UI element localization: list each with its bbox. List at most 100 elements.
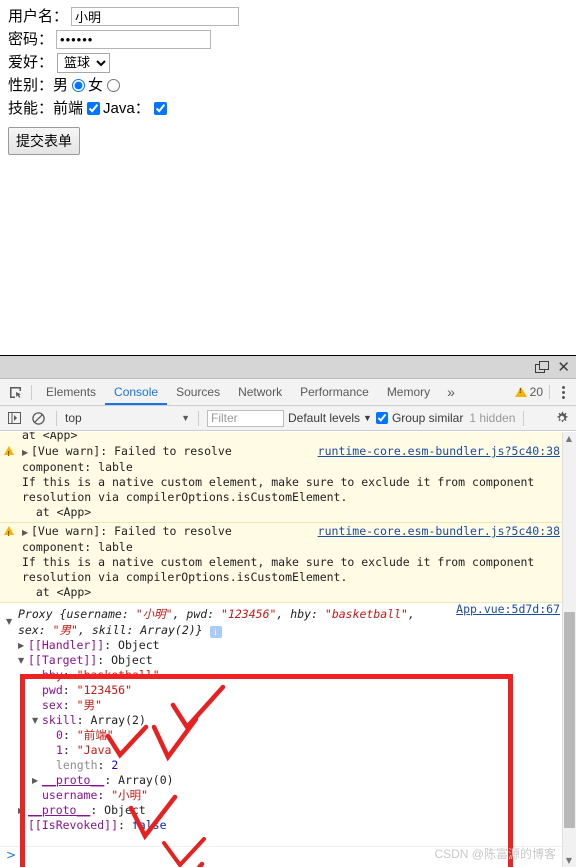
property-value: "123456" [76, 683, 133, 697]
property-separator: : [97, 653, 112, 667]
property-separator: : [90, 803, 105, 817]
browser-viewport: 用户名： 密码： 爱好： 篮球 性别： 男 女 技能： 前端 Java： [0, 0, 576, 355]
object-property-row[interactable]: sex: "男" [6, 698, 576, 713]
close-icon[interactable]: ✕ [557, 359, 570, 375]
skill-java-checkbox[interactable] [153, 102, 167, 115]
log-levels-value: Default levels [288, 411, 361, 425]
expand-arrow-icon[interactable]: ▼ [32, 713, 42, 728]
info-badge-icon[interactable]: i [209, 626, 222, 638]
expand-arrow-icon[interactable]: ▶ [22, 445, 31, 460]
warning-source-link[interactable]: runtime-core.esm-bundler.js?5c40:38 [318, 524, 560, 539]
skill-label: 技能： [8, 100, 54, 117]
expand-arrow-icon[interactable]: ▼ [6, 614, 16, 630]
object-property-row[interactable]: hby: "basketball" [6, 668, 576, 683]
expand-arrow-icon[interactable]: ▶ [18, 638, 28, 653]
property-separator: : [62, 728, 77, 742]
filterbar-divider-3 [523, 410, 525, 426]
proxy-suffix: , skill: Array(2)} [77, 623, 203, 637]
inspect-element-icon[interactable] [4, 382, 26, 402]
cut-line-text: at <App> [22, 432, 78, 442]
tab-performance[interactable]: Performance [291, 380, 378, 405]
object-property-row[interactable]: length: 2 [6, 758, 576, 773]
tab-elements[interactable]: Elements [37, 380, 105, 405]
gender-male-radio[interactable] [72, 79, 86, 92]
object-property-row[interactable]: pwd: "123456" [6, 683, 576, 698]
property-value: "basketball" [76, 668, 160, 682]
property-separator: : [62, 668, 77, 682]
devtools-panel: ✕ Elements Console Sources Network Perfo… [0, 355, 576, 867]
object-property-row[interactable]: 1: "Java" [6, 743, 576, 758]
object-property-row[interactable]: ▶ [[Handler]]: Object [6, 638, 576, 653]
log-levels-select[interactable]: Default levels ▼ [288, 411, 372, 425]
skill-java-label: Java： [103, 100, 150, 117]
object-property-row[interactable]: ▶ __proto__: Object [6, 803, 576, 818]
dock-side-icon[interactable] [535, 360, 550, 374]
skill-frontend-checkbox[interactable] [87, 102, 101, 115]
proxy-sex-value: "男" [52, 623, 78, 637]
console-object-message[interactable]: App.vue:5d7d:67 ▼ Proxy {username: "小明", … [0, 602, 576, 835]
tab-sources[interactable]: Sources [167, 380, 229, 405]
group-similar-toggle[interactable]: Group similar [375, 411, 463, 425]
proxy-prefix: Proxy {username: [18, 607, 136, 621]
console-settings-gear-icon[interactable] [552, 409, 572, 427]
property-separator: : [104, 773, 119, 787]
object-property-row[interactable]: username: "小明" [6, 788, 576, 803]
property-key: 0 [56, 728, 63, 742]
warning-head-text: [Vue warn]: Failed to resolve [31, 524, 232, 538]
console-filter-input[interactable] [207, 409, 284, 427]
username-input[interactable] [71, 7, 240, 26]
property-separator: : [62, 743, 77, 757]
console-scrollbar-thumb[interactable] [564, 612, 575, 828]
console-sidebar-toggle-icon[interactable] [4, 409, 24, 427]
property-key: __proto__ [28, 803, 91, 817]
hobby-label: 爱好： [8, 54, 54, 71]
hobby-select[interactable]: 篮球 [57, 52, 111, 73]
property-key: hby [42, 668, 63, 682]
console-filterbar: top ▼ Default levels ▼ Group similar 1 h… [0, 406, 576, 431]
object-property-row[interactable]: ▶ __proto__: Array(0) [6, 773, 576, 788]
property-key: username [42, 788, 98, 802]
console-warning-message[interactable]: ▶[Vue warn]: Failed to resolve component… [0, 523, 576, 603]
tab-console[interactable]: Console [105, 380, 168, 405]
console-message-list[interactable]: at <App> ▶[Vue warn]: Failed to resolve … [0, 432, 576, 867]
console-scrollbar-track[interactable]: ▲ ▼ [562, 432, 576, 867]
password-input[interactable] [56, 30, 212, 49]
devtools-tabbar: Elements Console Sources Network Perform… [0, 379, 576, 406]
scroll-up-arrow-icon[interactable]: ▲ [564, 434, 574, 444]
tab-network[interactable]: Network [229, 380, 291, 405]
warning-count-badge[interactable]: 20 [514, 385, 550, 399]
property-key: skill [42, 713, 77, 727]
more-tabs-icon[interactable]: » [439, 384, 463, 400]
warning-body-line: If this is a native custom element, make… [22, 555, 535, 569]
warning-count-value: 20 [529, 385, 543, 399]
console-warning-message[interactable]: ▶[Vue warn]: Failed to resolve component… [0, 443, 576, 523]
warning-source-link[interactable]: runtime-core.esm-bundler.js?5c40:38 [318, 444, 560, 459]
object-property-row[interactable]: ▼ skill: Array(2) [6, 713, 576, 728]
expand-arrow-icon[interactable]: ▼ [18, 653, 28, 668]
object-property-row[interactable]: 0: "前端" [6, 728, 576, 743]
object-source-link[interactable]: App.vue:5d7d:67 [456, 602, 560, 617]
execution-context-select[interactable]: top ▼ [65, 411, 190, 425]
tab-memory[interactable]: Memory [378, 380, 439, 405]
object-property-row[interactable]: [[IsRevoked]]: false [6, 818, 576, 833]
proxy-header-row[interactable]: ▼ Proxy {username: "小明", pwd: "123456", h… [6, 606, 426, 638]
expand-arrow-icon[interactable]: ▶ [22, 525, 31, 540]
group-similar-checkbox[interactable] [375, 412, 388, 424]
screenshot-root: 用户名： 密码： 爱好： 篮球 性别： 男 女 技能： 前端 Java： [0, 0, 576, 867]
expand-arrow-icon[interactable]: ▶ [18, 803, 28, 818]
gender-female-radio[interactable] [107, 79, 121, 92]
warning-triangle-icon [514, 387, 527, 397]
proxy-hby-value: "basketball" [324, 607, 408, 621]
expand-arrow-icon[interactable]: ▶ [32, 773, 42, 788]
property-value: "前端" [76, 728, 114, 742]
property-key: pwd [42, 683, 63, 697]
property-key: [[Target]] [28, 653, 98, 667]
property-value: 2 [111, 758, 119, 772]
clear-console-icon[interactable] [28, 409, 48, 427]
devtools-titlebar: ✕ [0, 356, 576, 379]
object-property-row[interactable]: ▼ [[Target]]: Object [6, 653, 576, 668]
devtools-menu-icon[interactable] [554, 385, 572, 399]
scroll-down-arrow-icon[interactable]: ▼ [564, 856, 574, 866]
submit-form-button[interactable]: 提交表单 [8, 127, 80, 155]
tabbar-divider [31, 384, 32, 400]
